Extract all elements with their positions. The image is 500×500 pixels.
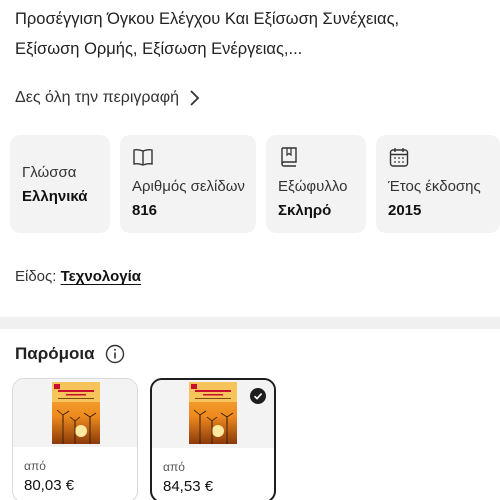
spec-pages-label: Αριθμός σελίδων bbox=[132, 178, 245, 195]
genre-row: Είδος: Τεχνολογία bbox=[15, 268, 141, 285]
see-full-description-label: Δες όλη την περιγραφή bbox=[15, 89, 180, 106]
price-from-label: από bbox=[24, 459, 46, 473]
specifications-row: Γλώσσα Ελληνικά Αριθμός σελίδων 816 Εξώφ… bbox=[10, 135, 500, 233]
see-full-description-link[interactable]: Δες όλη την περιγραφή bbox=[15, 89, 201, 107]
spec-year-value: 2015 bbox=[388, 202, 422, 219]
similar-product-card[interactable]: από 80,03 € bbox=[12, 378, 138, 500]
genre-link[interactable]: Τεχνολογία bbox=[61, 268, 141, 285]
spec-pages-value: 816 bbox=[132, 202, 158, 219]
book-open-icon bbox=[133, 148, 153, 166]
product-price: 80,03 € bbox=[24, 477, 75, 494]
price-from-label: από bbox=[163, 460, 185, 474]
spec-cover-value: Σκληρό bbox=[278, 202, 332, 219]
book-cover-image bbox=[52, 382, 100, 444]
description-line-1: Προσέγγιση Όγκου Ελέγχου Και Εξίσωση Συν… bbox=[15, 10, 400, 28]
spec-language-label: Γλώσσα bbox=[22, 164, 77, 181]
similar-section-header: Παρόμοια bbox=[15, 344, 125, 364]
hardcover-book-icon bbox=[281, 147, 297, 167]
genre-label: Είδος: bbox=[15, 268, 57, 285]
similar-section-title: Παρόμοια bbox=[15, 344, 95, 363]
spec-cover: Εξώφυλλο Σκληρό bbox=[266, 135, 366, 233]
spec-language-value: Ελληνικά bbox=[22, 188, 88, 205]
similar-product-card-selected[interactable]: από 84,53 € bbox=[150, 378, 276, 500]
calendar-icon bbox=[389, 148, 409, 167]
spec-language: Γλώσσα Ελληνικά bbox=[10, 135, 110, 233]
product-thumbnail bbox=[13, 379, 137, 447]
spec-year: Έτος έκδοσης 2015 bbox=[376, 135, 500, 233]
product-price: 84,53 € bbox=[163, 478, 214, 495]
spec-year-label: Έτος έκδοσης bbox=[388, 178, 481, 195]
section-divider bbox=[0, 317, 500, 329]
product-description: Προσέγγιση Όγκου Ελέγχου Και Εξίσωση Συν… bbox=[15, 4, 490, 64]
info-icon[interactable] bbox=[105, 344, 125, 364]
chevron-right-icon bbox=[190, 90, 200, 106]
description-line-2: Εξίσωση Ορμής, Εξίσωση Ενέργειας,... bbox=[15, 40, 303, 58]
spec-pages: Αριθμός σελίδων 816 bbox=[120, 135, 256, 233]
spec-cover-label: Εξώφυλλο bbox=[278, 178, 348, 195]
selected-check-icon bbox=[250, 388, 266, 404]
